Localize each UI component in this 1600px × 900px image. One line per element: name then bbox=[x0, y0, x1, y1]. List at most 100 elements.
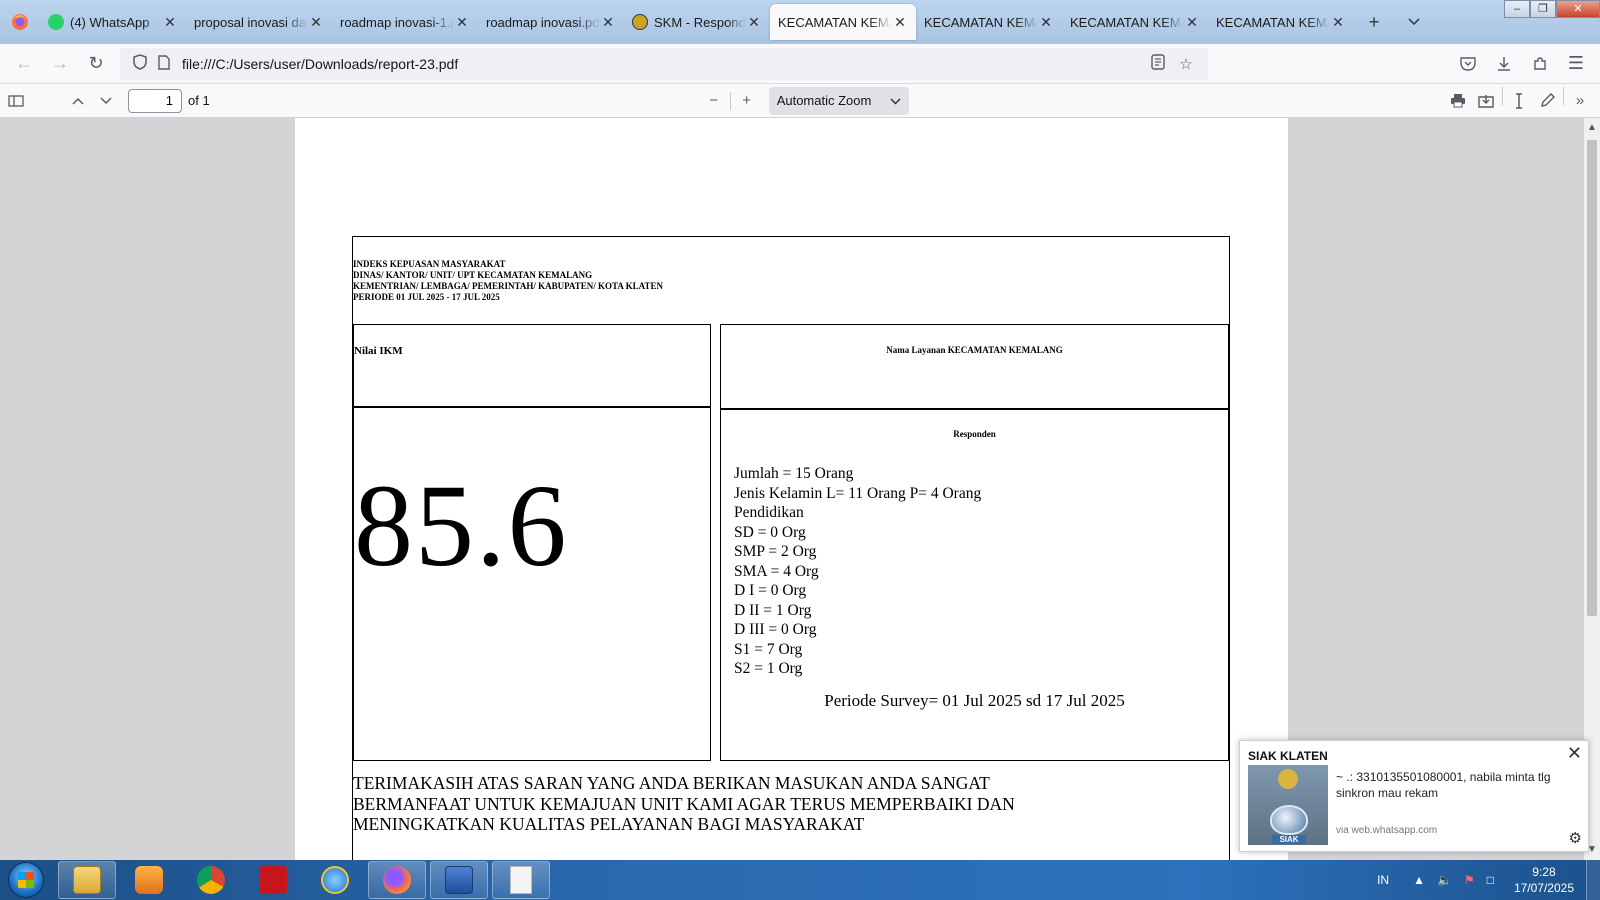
page-count-label: of 1 bbox=[188, 93, 210, 108]
back-button[interactable]: ← bbox=[6, 48, 42, 80]
ikm-value-box: 85.6 bbox=[353, 406, 711, 761]
network-flag-icon[interactable]: ⚑ bbox=[1464, 873, 1475, 887]
close-window-button[interactable]: ✕ bbox=[1556, 0, 1600, 18]
folder-icon bbox=[73, 866, 101, 894]
chrome-taskbar-button[interactable] bbox=[182, 861, 240, 899]
page-number-input[interactable] bbox=[128, 88, 182, 113]
tab-label: roadmap inovasi-1.p bbox=[340, 14, 454, 30]
tab-close-icon[interactable]: ✕ bbox=[1184, 14, 1200, 31]
shield-icon[interactable] bbox=[128, 54, 152, 73]
volume-icon[interactable]: 🔈 bbox=[1437, 873, 1452, 887]
previous-page-icon[interactable] bbox=[64, 87, 92, 115]
tab-close-icon[interactable]: ✕ bbox=[162, 14, 178, 31]
respondent-box: Responden Jumlah = 15 Orang Jenis Kelami… bbox=[720, 408, 1229, 761]
notification-message: ~ .: 3310135501080001, nabila minta tlg … bbox=[1336, 770, 1551, 800]
respondent-line: SMP = 2 Org bbox=[734, 543, 817, 560]
url-text[interactable]: file:///C:/Users/user/Downloads/report-2… bbox=[182, 56, 1144, 72]
internet-explorer-icon bbox=[321, 866, 349, 894]
browser-tab[interactable]: KECAMATAN KEMAL ✕ bbox=[1208, 4, 1354, 40]
tab-close-icon[interactable]: ✕ bbox=[746, 14, 762, 31]
windows-logo-icon bbox=[18, 872, 34, 888]
respondent-line: Jenis Kelamin L= 11 Orang P= 4 Orang bbox=[734, 484, 982, 502]
browser-tab[interactable]: KECAMATAN KEMAL ✕ bbox=[1062, 4, 1208, 40]
browser-tab[interactable]: roadmap inovasi.pdf ✕ bbox=[478, 4, 624, 40]
clock[interactable]: 9:28 17/07/2025 bbox=[1514, 864, 1574, 896]
show-desktop-button[interactable] bbox=[1586, 860, 1600, 900]
tab-close-icon[interactable]: ✕ bbox=[600, 14, 616, 31]
tab-close-icon[interactable]: ✕ bbox=[454, 14, 470, 31]
zoom-select-value: Automatic Zoom bbox=[776, 93, 872, 108]
divider bbox=[729, 91, 731, 110]
language-indicator[interactable]: IN bbox=[1377, 873, 1389, 887]
window-controls: – ❐ ✕ bbox=[1504, 0, 1600, 18]
firefox-taskbar-button[interactable] bbox=[368, 861, 426, 899]
word-taskbar-button[interactable] bbox=[430, 861, 488, 899]
tab-strip: (4) WhatsApp ✕ proposal inovasi dae ✕ roadma… bbox=[40, 0, 1354, 44]
emblem-icon bbox=[632, 14, 648, 30]
tab-label: KECAMATAN KEMAL bbox=[924, 14, 1038, 30]
thank-you-message: TERIMAKASIH ATAS SARAN YANG ANDA BERIKAN… bbox=[353, 773, 1053, 835]
zoom-select[interactable]: Automatic Zoom bbox=[768, 86, 909, 115]
tab-close-icon[interactable]: ✕ bbox=[1038, 14, 1054, 31]
draw-pencil-icon[interactable] bbox=[1533, 87, 1561, 115]
next-page-icon[interactable] bbox=[92, 87, 120, 115]
file-icon bbox=[152, 54, 176, 73]
browser-tab[interactable]: KECAMATAN KEMAL ✕ bbox=[916, 4, 1062, 40]
scrollbar-thumb[interactable] bbox=[1587, 140, 1597, 616]
start-button[interactable] bbox=[8, 862, 44, 898]
print-icon[interactable] bbox=[1444, 87, 1472, 115]
tab-close-icon[interactable]: ✕ bbox=[1330, 14, 1346, 31]
bookmark-star-icon[interactable]: ☆ bbox=[1172, 55, 1200, 73]
media-player-taskbar-button[interactable] bbox=[120, 861, 178, 899]
tab-close-icon[interactable]: ✕ bbox=[308, 14, 324, 31]
reader-view-icon[interactable] bbox=[1144, 53, 1172, 74]
action-center-icon[interactable]: □ bbox=[1487, 873, 1494, 887]
whatsapp-icon bbox=[48, 14, 64, 30]
scroll-up-icon[interactable]: ▲ bbox=[1584, 120, 1600, 136]
browser-tab[interactable]: roadmap inovasi-1.p ✕ bbox=[332, 4, 478, 40]
minimize-button[interactable]: – bbox=[1504, 0, 1530, 18]
respondent-line: SD = 0 Org bbox=[734, 523, 806, 541]
document-taskbar-button[interactable] bbox=[492, 861, 550, 899]
reload-button[interactable]: ↻ bbox=[78, 48, 114, 80]
zoom-out-icon[interactable]: − bbox=[700, 87, 728, 115]
sidebar-toggle-icon[interactable] bbox=[2, 87, 30, 115]
report-header: INDEKS KEPUASAN MASYARAKAT DINAS/ KANTOR… bbox=[353, 259, 663, 303]
browser-tab[interactable]: SKM - Responde ✕ bbox=[624, 4, 770, 40]
explorer-taskbar-button[interactable] bbox=[58, 861, 116, 899]
tools-chevron-icon[interactable]: » bbox=[1566, 87, 1594, 115]
show-hidden-icons[interactable]: ▲ bbox=[1413, 873, 1425, 887]
internet-explorer-taskbar-button[interactable] bbox=[306, 861, 364, 899]
notification-image: SIAK bbox=[1248, 765, 1328, 845]
downloads-icon[interactable] bbox=[1486, 48, 1522, 80]
list-all-tabs-button[interactable] bbox=[1394, 0, 1434, 44]
pocket-icon[interactable] bbox=[1450, 48, 1486, 80]
extensions-icon[interactable] bbox=[1522, 48, 1558, 80]
gear-icon[interactable]: ⚙ bbox=[1569, 829, 1582, 847]
restore-button[interactable]: ❐ bbox=[1530, 0, 1556, 18]
close-icon[interactable]: ✕ bbox=[1567, 743, 1582, 764]
forward-button[interactable]: → bbox=[42, 48, 78, 80]
tab-label: proposal inovasi dae bbox=[194, 14, 308, 30]
divider bbox=[1502, 86, 1503, 105]
url-bar[interactable]: file:///C:/Users/user/Downloads/report-2… bbox=[120, 47, 1208, 80]
text-cursor-icon[interactable] bbox=[1505, 87, 1533, 115]
acrobat-taskbar-button[interactable] bbox=[244, 861, 302, 899]
survey-period: Periode Survey= 01 Jul 2025 sd 17 Jul 20… bbox=[824, 691, 1125, 710]
desktop-notification[interactable]: SIAK KLATEN ✕ SIAK ~ .: 3310135501080001… bbox=[1239, 740, 1589, 852]
menu-hamburger-icon[interactable]: ☰ bbox=[1558, 48, 1594, 80]
browser-tab[interactable]: proposal inovasi dae ✕ bbox=[186, 4, 332, 40]
firefox-menu-icon[interactable] bbox=[0, 0, 40, 44]
zoom-in-icon[interactable]: + bbox=[733, 87, 761, 115]
tab-close-icon[interactable]: ✕ bbox=[892, 14, 908, 31]
new-tab-button[interactable]: + bbox=[1354, 0, 1394, 44]
browser-tab[interactable]: KECAMATAN KEMAL ✕ bbox=[770, 4, 916, 40]
header-line: INDEKS KEPUASAN MASYARAKAT bbox=[353, 259, 506, 269]
respondent-line: Jumlah = 15 Orang bbox=[734, 465, 854, 482]
respondent-line: S2 = 1 Org bbox=[734, 660, 803, 677]
respondent-line: S1 = 7 Org bbox=[734, 640, 803, 658]
globe-icon bbox=[1270, 805, 1308, 835]
tab-label: (4) WhatsApp bbox=[70, 14, 150, 30]
save-icon[interactable] bbox=[1472, 87, 1500, 115]
browser-tab[interactable]: (4) WhatsApp ✕ bbox=[40, 4, 186, 40]
